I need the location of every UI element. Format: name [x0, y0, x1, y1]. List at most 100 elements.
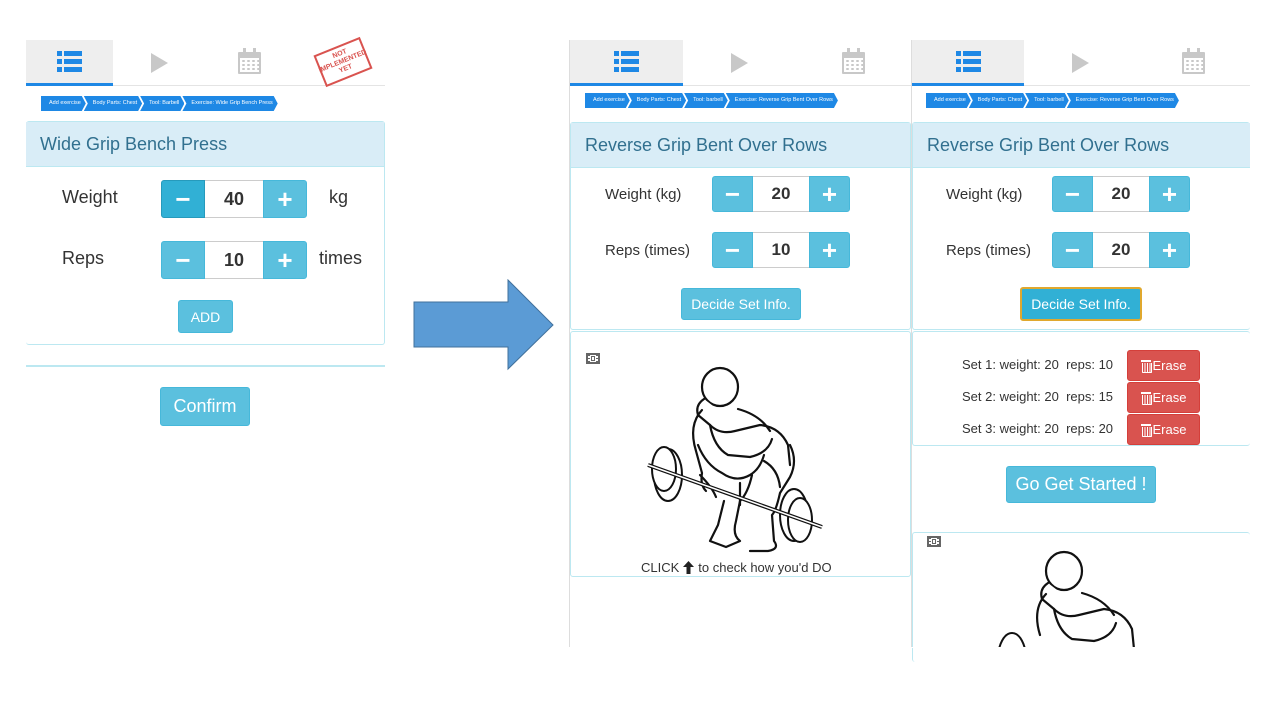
screen-bottom — [570, 647, 1250, 648]
reps-decrement-button[interactable]: − — [161, 241, 205, 279]
weight-value[interactable]: 40 — [205, 180, 263, 218]
tab-calendar[interactable] — [206, 40, 293, 86]
tab-bar — [912, 40, 1250, 86]
tab-list[interactable] — [26, 40, 113, 86]
reps-value[interactable]: 10 — [205, 241, 263, 279]
reps-decrement-button[interactable]: − — [1052, 232, 1093, 268]
exercise-illustration[interactable] — [992, 549, 1182, 647]
click-hint-prefix: CLICK — [641, 560, 680, 575]
list-icon — [614, 51, 639, 72]
list-icon — [57, 51, 82, 72]
weight-stepper: − 40 + — [161, 180, 307, 218]
trash-icon — [1140, 391, 1152, 405]
tab-not-implemented[interactable]: NOT IMPLEMENTED YET — [296, 36, 385, 88]
transition-arrow-icon — [413, 279, 554, 371]
play-icon — [731, 53, 748, 73]
decide-set-info-button[interactable]: Decide Set Info. — [1020, 287, 1142, 321]
tab-calendar[interactable] — [796, 40, 911, 86]
film-icon[interactable] — [586, 353, 600, 364]
erase-button[interactable]: Erase — [1127, 350, 1200, 381]
exercise-title: Wide Grip Bench Press — [26, 122, 384, 167]
reps-stepper: − 20 + — [1052, 232, 1190, 270]
weight-increment-button[interactable]: + — [263, 180, 307, 218]
illustration-clip — [912, 546, 1250, 647]
reps-value[interactable]: 20 — [1093, 232, 1149, 268]
erase-button[interactable]: Erase — [1127, 414, 1200, 445]
reps-unit: times — [319, 248, 363, 268]
tab-list[interactable] — [570, 40, 683, 86]
breadcrumb-item[interactable]: Add exercise — [41, 96, 86, 111]
breadcrumb-item[interactable]: Exercise: Wide Grip Bench Press — [182, 96, 277, 111]
set-line: Set 1: weight: 20 reps: 10 — [962, 357, 1114, 372]
set-line: Set 2: weight: 20 reps: 15 — [962, 389, 1114, 404]
erase-button[interactable]: Erase — [1127, 382, 1200, 413]
weight-unit: kg — [329, 187, 349, 207]
weight-decrement-button[interactable]: − — [712, 176, 753, 212]
erase-label: Erase — [1152, 422, 1187, 437]
tab-play[interactable] — [683, 40, 796, 86]
breadcrumb-item[interactable]: Body Parts: Chest — [969, 93, 1027, 108]
exercise-title: Reverse Grip Bent Over Rows — [913, 123, 1250, 168]
weight-decrement-button[interactable]: − — [161, 180, 205, 218]
breadcrumb-item[interactable]: Tool: Barbell — [140, 96, 184, 111]
tab-bar: NOT IMPLEMENTED YET — [26, 36, 385, 88]
tab-bar — [570, 40, 911, 86]
reps-stepper: − 10 + — [712, 232, 850, 270]
weight-value[interactable]: 20 — [753, 176, 809, 212]
tab-play[interactable] — [116, 40, 203, 86]
calendar-icon — [238, 48, 261, 74]
play-icon — [151, 53, 168, 73]
breadcrumb-item[interactable]: Add exercise — [926, 93, 971, 108]
erase-label: Erase — [1152, 390, 1187, 405]
weight-label: Weight (kg) — [605, 186, 682, 203]
weight-stepper: − 20 + — [1052, 176, 1190, 214]
reps-label: Reps (times) — [946, 242, 1032, 259]
weight-value[interactable]: 20 — [1093, 176, 1149, 212]
trash-icon — [1140, 359, 1152, 373]
reps-label: Reps (times) — [605, 242, 691, 259]
calendar-icon — [1181, 48, 1205, 74]
go-get-started-button[interactable]: Go Get Started ! — [1006, 466, 1156, 503]
confirm-button[interactable]: Confirm — [160, 387, 250, 426]
set-line: Set 3: weight: 20 reps: 20 — [962, 421, 1114, 436]
weight-stepper: − 20 + — [712, 176, 850, 214]
reps-increment-button[interactable]: + — [1149, 232, 1190, 268]
reps-stepper: − 10 + — [161, 241, 307, 279]
play-icon — [1071, 53, 1089, 73]
weight-increment-button[interactable]: + — [1149, 176, 1190, 212]
breadcrumb-item[interactable]: Body Parts: Chest — [84, 96, 142, 111]
breadcrumb: Add exercise Body Parts: Chest Tool: bar… — [926, 93, 1177, 108]
exercise-illustration[interactable] — [640, 365, 830, 560]
exercise-title: Reverse Grip Bent Over Rows — [571, 123, 910, 168]
breadcrumb: Add exercise Body Parts: Chest Tool: Bar… — [41, 96, 276, 111]
add-button[interactable]: ADD — [178, 300, 233, 333]
reps-decrement-button[interactable]: − — [712, 232, 753, 268]
reps-increment-button[interactable]: + — [263, 241, 307, 279]
breadcrumb-item[interactable]: Tool: barbell — [684, 93, 728, 108]
arrow-up-icon — [683, 561, 695, 574]
click-hint-suffix: to check how you'd DO — [698, 560, 832, 575]
weight-decrement-button[interactable]: − — [1052, 176, 1093, 212]
weight-label: Weight (kg) — [946, 186, 1023, 203]
breadcrumb-item[interactable]: Body Parts: Chest — [628, 93, 686, 108]
breadcrumb-item[interactable]: Tool: barbell — [1025, 93, 1069, 108]
weight-label: Weight — [62, 187, 118, 207]
divider — [26, 365, 385, 367]
reps-label: Reps — [62, 248, 105, 268]
tab-list[interactable] — [912, 40, 1024, 86]
reps-value[interactable]: 10 — [753, 232, 809, 268]
reps-increment-button[interactable]: + — [809, 232, 850, 268]
decide-set-info-button[interactable]: Decide Set Info. — [681, 288, 801, 320]
erase-label: Erase — [1152, 358, 1187, 373]
weight-increment-button[interactable]: + — [809, 176, 850, 212]
tab-play[interactable] — [1024, 40, 1136, 86]
breadcrumb-item[interactable]: Add exercise — [585, 93, 630, 108]
list-icon — [955, 51, 981, 72]
trash-icon — [1140, 423, 1152, 437]
breadcrumb-item[interactable]: Exercise: Reverse Grip Bent Over Rows — [726, 93, 838, 108]
calendar-icon — [842, 48, 865, 74]
breadcrumb: Add exercise Body Parts: Chest Tool: bar… — [585, 93, 836, 108]
tab-calendar[interactable] — [1136, 40, 1250, 86]
breadcrumb-item[interactable]: Exercise: Reverse Grip Bent Over Rows — [1067, 93, 1179, 108]
not-implemented-stamp: NOT IMPLEMENTED YET — [313, 36, 373, 88]
